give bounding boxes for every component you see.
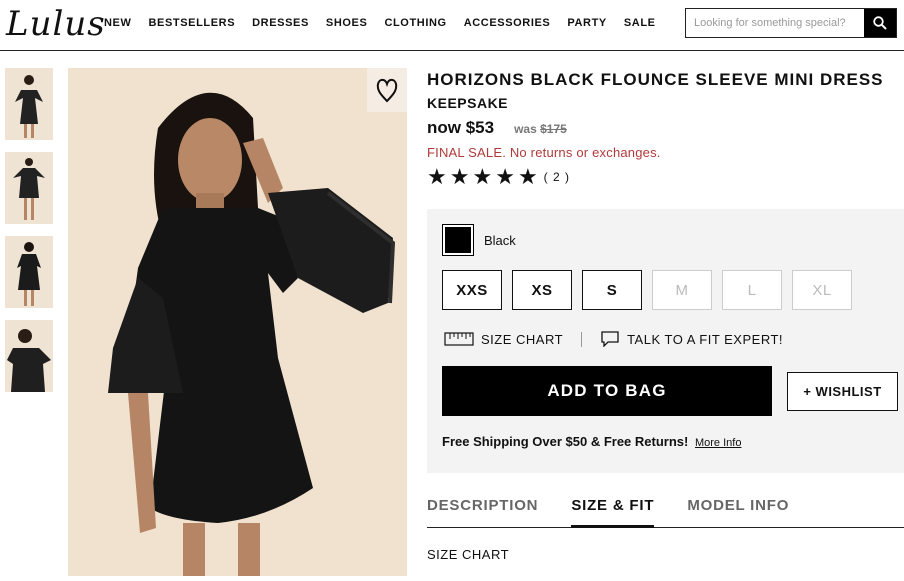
- size-button-l[interactable]: L: [722, 270, 782, 310]
- star-icon: ★: [517, 164, 539, 189]
- price-now: now $53: [427, 118, 495, 137]
- price-was-label: was: [514, 122, 537, 136]
- star-icon: ★: [427, 164, 448, 189]
- nav-item-sale[interactable]: SALE: [624, 17, 656, 29]
- search-input[interactable]: [686, 9, 866, 37]
- site-header: Lulus NEW BESTSELLERS DRESSES SHOES CLOT…: [0, 0, 904, 51]
- heart-icon: [376, 78, 398, 103]
- nav-item-party[interactable]: PARTY: [567, 17, 606, 29]
- rating[interactable]: ★ ★ ★ ★ ★ ( 2 ): [427, 166, 904, 188]
- color-swatch-fill: [445, 227, 471, 253]
- link-divider: [581, 331, 583, 347]
- nav-item-bestsellers[interactable]: BESTSELLERS: [148, 17, 235, 29]
- thumbnail-list: [5, 68, 53, 404]
- star-icon: ★: [495, 164, 516, 189]
- thumbnail-2[interactable]: [5, 152, 53, 224]
- nav-item-accessories[interactable]: ACCESSORIES: [464, 17, 551, 29]
- size-chart-link[interactable]: SIZE CHART: [444, 332, 563, 347]
- color-swatch-black[interactable]: [442, 224, 474, 256]
- price-was-amount: $175: [540, 122, 567, 136]
- size-button-m[interactable]: M: [652, 270, 712, 310]
- shipping-text: Free Shipping Over $50 & Free Returns!: [442, 434, 689, 449]
- star-icon: ★: [472, 164, 494, 189]
- search-icon: [873, 16, 887, 30]
- final-sale-notice: FINAL SALE. No returns or exchanges.: [427, 145, 661, 160]
- shipping-info: Free Shipping Over $50 & Free Returns! M…: [442, 434, 741, 449]
- product-tabs: DESCRIPTION SIZE & FIT MODEL INFO: [427, 497, 904, 528]
- purchase-options: Black XXS XS S M L XL SIZE CHART TALK TO…: [427, 209, 904, 473]
- model-photo: [68, 68, 407, 576]
- main-nav: NEW BESTSELLERS DRESSES SHOES CLOTHING A…: [104, 17, 673, 29]
- size-button-xl[interactable]: XL: [792, 270, 852, 310]
- lulus-logo[interactable]: Lulus: [6, 4, 106, 44]
- add-to-bag-button[interactable]: ADD TO BAG: [442, 366, 772, 416]
- thumbnail-3[interactable]: [5, 236, 53, 308]
- tab-description[interactable]: DESCRIPTION: [427, 497, 538, 528]
- size-button-xxs[interactable]: XXS: [442, 270, 502, 310]
- product-title: HORIZONS BLACK FLOUNCE SLEEVE MINI DRESS: [427, 70, 884, 89]
- color-name: Black: [484, 233, 516, 248]
- product-brand[interactable]: KEEPSAKE: [427, 93, 904, 113]
- wishlist-button[interactable]: + WISHLIST: [787, 372, 898, 411]
- product-main-image[interactable]: [68, 68, 407, 576]
- price-was: was $175: [514, 122, 567, 136]
- tab-model-info[interactable]: MODEL INFO: [687, 497, 789, 528]
- size-selector: XXS XS S M L XL: [442, 270, 862, 310]
- nav-item-shoes[interactable]: SHOES: [326, 17, 368, 29]
- size-chart-heading: SIZE CHART: [427, 547, 510, 562]
- ruler-icon: [444, 332, 474, 346]
- search-box: [685, 8, 897, 38]
- product-info: HORIZONS BLACK FLOUNCE SLEEVE MINI DRESS…: [427, 68, 904, 188]
- thumbnail-1[interactable]: [5, 68, 53, 140]
- size-button-s[interactable]: S: [582, 270, 642, 310]
- nav-item-dresses[interactable]: DRESSES: [252, 17, 309, 29]
- size-chart-label: SIZE CHART: [481, 331, 564, 347]
- fit-links: SIZE CHART TALK TO A FIT EXPERT!: [444, 331, 783, 347]
- nav-item-new[interactable]: NEW: [104, 17, 131, 29]
- search-button[interactable]: [864, 9, 896, 37]
- thumbnail-4[interactable]: [5, 320, 53, 392]
- star-icon: ★: [449, 164, 471, 189]
- fit-expert-label: TALK TO A FIT EXPERT!: [627, 331, 784, 347]
- favorite-button[interactable]: [367, 68, 407, 112]
- tab-size-and-fit[interactable]: SIZE & FIT: [571, 497, 655, 528]
- more-info-link[interactable]: More Info: [695, 437, 741, 449]
- fit-expert-link[interactable]: TALK TO A FIT EXPERT!: [600, 331, 783, 347]
- price-row: now $53 was $175: [427, 118, 904, 138]
- nav-item-clothing[interactable]: CLOTHING: [384, 17, 446, 29]
- size-button-xs[interactable]: XS: [512, 270, 572, 310]
- chat-icon: [601, 331, 619, 347]
- rating-count[interactable]: ( 2 ): [544, 170, 570, 184]
